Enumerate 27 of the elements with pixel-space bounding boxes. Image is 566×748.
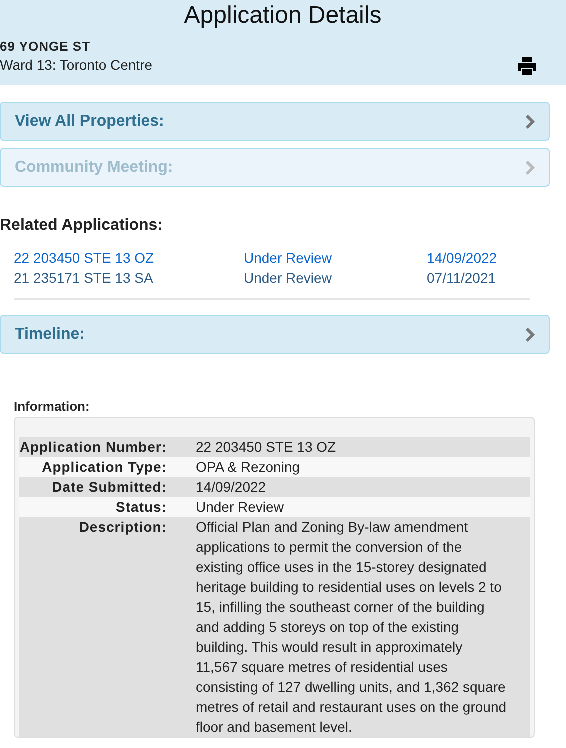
page-title: Application Details	[183, 2, 383, 30]
field-label: Application Number:	[19, 437, 196, 457]
ward-text: Ward 13: Toronto Centre	[0, 57, 153, 73]
chevron-icon	[525, 114, 535, 128]
print-icon[interactable]	[517, 57, 537, 75]
field-value: 22 203450 STE 13 OZ	[196, 437, 530, 457]
status-link[interactable]: Under Review	[244, 268, 332, 288]
section-heading: Related Applications:	[0, 217, 163, 235]
field-label: Status:	[19, 497, 196, 517]
field-label: Application Type:	[19, 457, 196, 477]
application-link[interactable]: 22 203450 STE 13 OZ	[14, 248, 154, 268]
accordion-header[interactable]: View All Properties:	[0, 102, 550, 141]
address-text: 69 YONGE ST	[0, 39, 91, 54]
field-value: 14/09/2022	[196, 477, 530, 497]
section-heading: Information:	[14, 399, 90, 414]
chevron-icon	[525, 328, 535, 342]
field-label: Date Submitted:	[19, 477, 196, 497]
status-link[interactable]: Under Review	[244, 248, 332, 268]
chevron-icon	[525, 160, 535, 174]
date-link[interactable]: 07/11/2021	[427, 268, 496, 288]
application-link[interactable]: 21 235171 STE 13 SA	[14, 268, 154, 288]
field-value: OPA & Rezoning	[196, 457, 530, 477]
field-label: Description:	[19, 517, 196, 737]
field-value: Official Plan and Zoning By-law amendment applications to permit the conversion of the existing office uses in the 15-storey designated heritage building to residential uses on levels 2 to 15, infilling the southeast corner of the building and adding 5 storeys on top of the existing building. This would result in approximately 11,567 square metres of residential uses consisting of 127 dwelling units, and 1,362 square metres of retail and restaurant uses on the ground floor and basement level.	[196, 517, 530, 737]
field-value: Under Review	[196, 497, 530, 517]
date-link[interactable]: 14/09/2022	[427, 248, 498, 268]
accordion-header[interactable]: Timeline:	[0, 315, 550, 354]
